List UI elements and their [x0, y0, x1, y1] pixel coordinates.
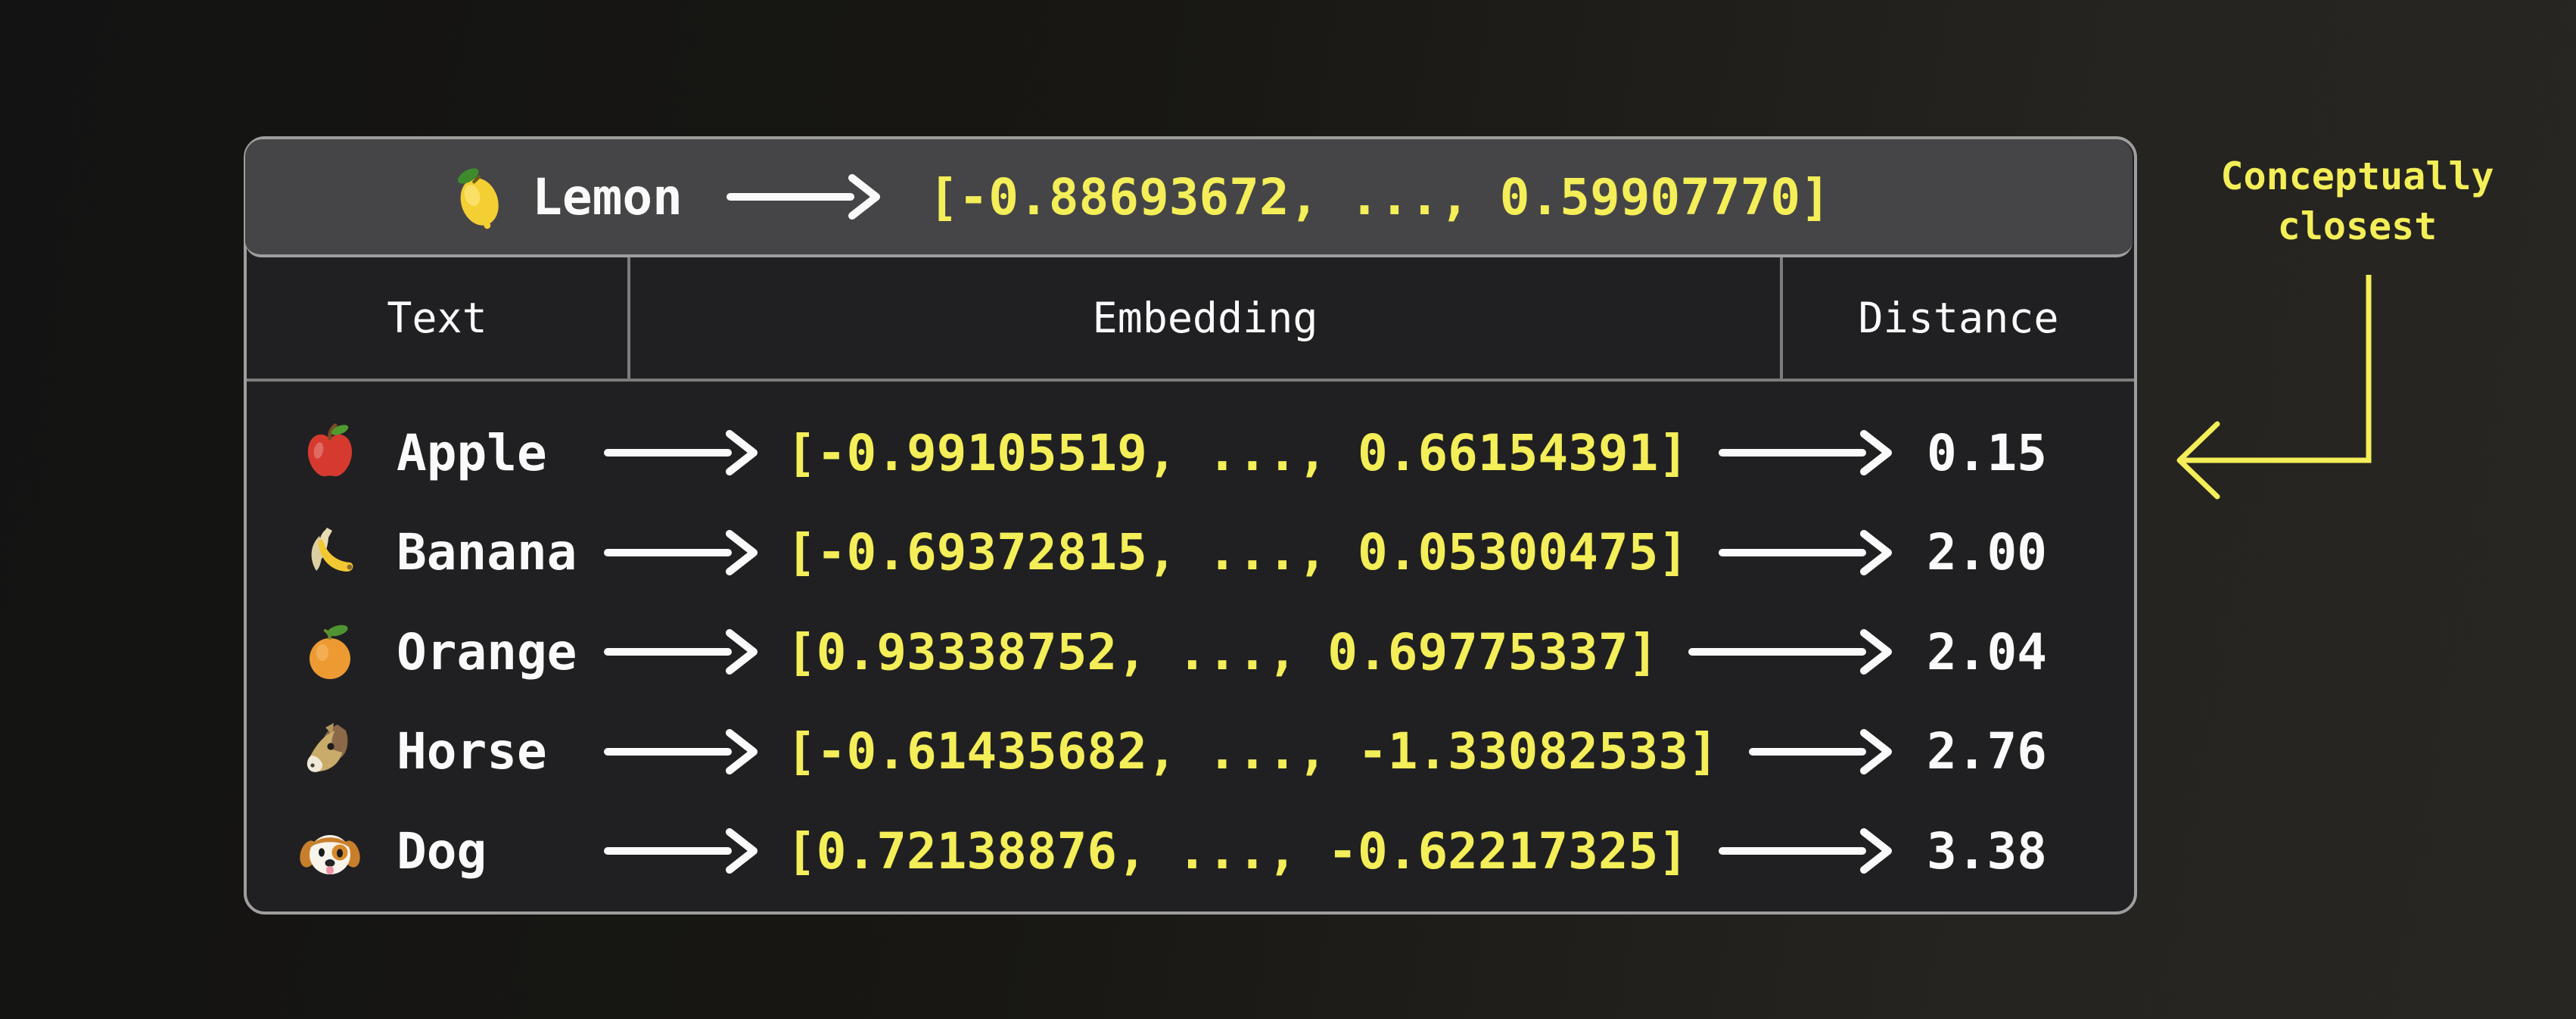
query-label: Lemon — [532, 168, 683, 226]
arrow-right-icon — [1749, 728, 1893, 776]
arrow-right-icon — [604, 728, 759, 776]
query-strip: Lemon [-0.88693672, ..., 0.59907770] — [245, 139, 2133, 257]
row-embedding: [-0.69372815, ..., 0.05300475] — [786, 523, 1688, 581]
banana-icon — [300, 522, 360, 583]
dog-icon — [300, 821, 360, 881]
row-distance: 2.00 — [1927, 523, 2108, 581]
arrow-right-icon — [604, 827, 759, 875]
table-rows: Apple [-0.99105519, ..., 0.66154391] 0.1… — [247, 382, 2134, 911]
column-header-distance: Distance — [1783, 257, 2134, 379]
arrow-right-icon — [726, 173, 882, 221]
arrow-right-icon — [1688, 628, 1893, 676]
arrow-right-icon — [1719, 528, 1893, 577]
row-label: Orange — [397, 623, 604, 681]
arrow-right-icon — [604, 528, 759, 577]
row-label: Horse — [397, 722, 604, 781]
column-header-text: Text — [247, 257, 627, 379]
arrow-right-icon — [1719, 827, 1893, 875]
arrow-right-icon — [604, 628, 759, 676]
arrow-right-icon — [1719, 428, 1893, 477]
row-distance: 2.76 — [1927, 722, 2108, 781]
table-row: Banana [-0.69372815, ..., 0.05300475] 2.… — [247, 504, 2134, 601]
row-distance: 3.38 — [1927, 822, 2108, 880]
apple-icon — [300, 422, 360, 483]
table-row: Horse [-0.61435682, ..., -1.33082533] 2.… — [247, 703, 2134, 800]
table-row: Dog [0.72138876, ..., -0.62217325] 3.38 — [247, 802, 2134, 899]
row-distance: 2.04 — [1927, 623, 2108, 681]
query-row: Lemon [-0.88693672, ..., 0.59907770] — [446, 164, 1831, 230]
row-label: Banana — [397, 523, 604, 581]
lemon-icon — [446, 164, 512, 230]
row-label: Dog — [397, 822, 604, 880]
embedding-diagram: Lemon [-0.88693672, ..., 0.59907770] Tex… — [0, 0, 2576, 1019]
arrow-right-icon — [604, 428, 759, 477]
query-embedding: [-0.88693672, ..., 0.59907770] — [929, 168, 1831, 226]
annotation-label: Conceptually closest — [2187, 151, 2528, 251]
annotation-elbow-arrow-icon — [2149, 261, 2406, 526]
row-embedding: [-0.61435682, ..., -1.33082533] — [786, 722, 1719, 781]
table-row: Apple [-0.99105519, ..., 0.66154391] 0.1… — [247, 404, 2134, 501]
row-embedding: [0.72138876, ..., -0.62217325] — [786, 822, 1688, 880]
row-label: Apple — [397, 424, 604, 482]
table-column-headers: Text Embedding Distance — [247, 257, 2134, 382]
row-embedding: [0.93338752, ..., 0.69775337] — [786, 623, 1658, 681]
column-header-embedding: Embedding — [627, 257, 1783, 379]
table-row: Orange [0.93338752, ..., 0.69775337] 2.0… — [247, 603, 2134, 700]
embedding-card: Lemon [-0.88693672, ..., 0.59907770] Tex… — [244, 136, 2137, 915]
orange-icon — [300, 622, 360, 682]
row-distance: 0.15 — [1927, 424, 2108, 482]
row-embedding: [-0.99105519, ..., 0.66154391] — [786, 424, 1688, 482]
horse-icon — [300, 721, 360, 782]
